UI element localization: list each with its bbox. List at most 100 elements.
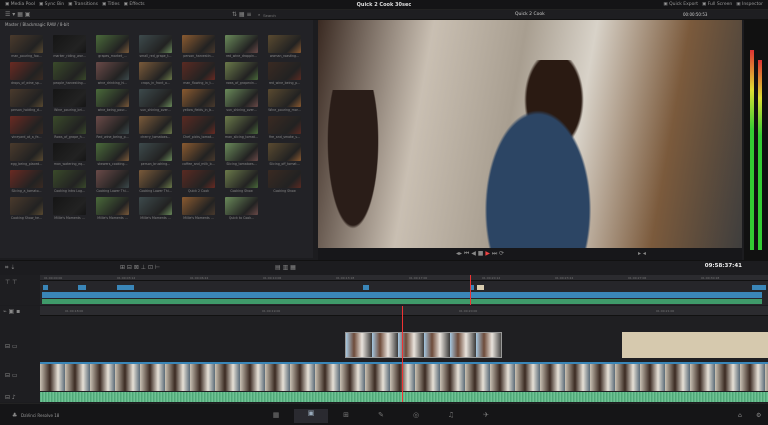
media-clip[interactable]: man_watering_eq... bbox=[53, 143, 86, 166]
color-page-icon[interactable]: ◎ bbox=[408, 411, 424, 419]
edit-tools-icon[interactable]: ⊞ ⊟ ⊠ ⊥ ⊡ ⊢ bbox=[120, 264, 160, 271]
v2-clip-mini[interactable] bbox=[752, 285, 766, 290]
media-clip[interactable]: person_brushing... bbox=[139, 143, 172, 166]
media-clip[interactable]: egg_being_placed... bbox=[10, 143, 43, 166]
lower-playhead[interactable] bbox=[402, 306, 403, 402]
media-clip[interactable]: wine_being_pour... bbox=[96, 89, 129, 112]
media-clip[interactable]: Wine_pouring_bri... bbox=[53, 89, 86, 112]
deliver-page-icon[interactable]: ✈ bbox=[478, 411, 494, 419]
media-clip[interactable]: vineyard_at_a_fe... bbox=[10, 116, 43, 139]
fairlight-page-icon[interactable]: ♫ bbox=[443, 411, 459, 419]
clip-thumbnail bbox=[139, 116, 172, 134]
media-clip[interactable]: Millie's Moments ... bbox=[182, 197, 215, 220]
media-clip[interactable]: Cooking Intro Log... bbox=[53, 170, 86, 193]
settings-icon[interactable]: ⚙ bbox=[756, 412, 761, 419]
media-clip[interactable]: person_holding_d... bbox=[10, 89, 43, 112]
sort-icon[interactable]: ⇅ ▦ ≡ bbox=[232, 11, 252, 18]
upper-playhead[interactable] bbox=[470, 275, 471, 305]
lower-timeline[interactable]: 01:00:18:00 01:00:19:00 01:00:20:00 01:00:2… bbox=[40, 306, 768, 402]
media-clip[interactable]: person_harvestin... bbox=[182, 35, 215, 58]
media-clip[interactable]: Rows_of_grape_h... bbox=[53, 116, 86, 139]
view-icon[interactable]: ▤ ▥ ▦ bbox=[275, 264, 296, 271]
media-clip[interactable]: Cooking Show_he... bbox=[10, 197, 43, 220]
upper-v2-track bbox=[40, 285, 768, 290]
media-page-icon[interactable]: ▦ bbox=[268, 411, 284, 419]
ruler-tick: 01:00:27:06 bbox=[628, 276, 647, 280]
upper-ruler[interactable]: 01:00:00:00 01:00:03:12 01:00:06:24 01:00:1… bbox=[40, 275, 768, 281]
media-clip[interactable]: Cooking Show bbox=[225, 170, 258, 193]
meter-right bbox=[758, 60, 762, 250]
media-clip[interactable]: sun_shining_over... bbox=[139, 89, 172, 112]
media-clip[interactable]: woman_roasting... bbox=[268, 35, 301, 58]
media-clip[interactable]: Millie's Moments ... bbox=[96, 197, 129, 220]
upper-audio-track[interactable] bbox=[42, 299, 762, 304]
media-clip[interactable]: grapes_market_... bbox=[96, 35, 129, 58]
media-clip[interactable]: wine_drinking_hi... bbox=[96, 62, 129, 85]
media-clip[interactable]: coffee_and_milk_b... bbox=[182, 143, 215, 166]
media-clip[interactable]: drops_of_wine_sp... bbox=[10, 62, 43, 85]
media-clip[interactable]: man_slicing_tomat... bbox=[225, 116, 258, 139]
clip-name: Cooking Lower Thi... bbox=[139, 189, 172, 193]
media-clip[interactable]: marker_riding_wor... bbox=[53, 35, 86, 58]
media-clip[interactable]: Wine_pouring_mor... bbox=[268, 89, 301, 112]
media-clip[interactable]: Cooking Lower Thi... bbox=[96, 170, 129, 193]
viewer[interactable]: ◂▸ ⏮ ◀ ■ ▶ ⏭ ⟳ ▸ ◂ bbox=[318, 20, 742, 260]
v2-clip-mini[interactable] bbox=[363, 285, 369, 290]
media-clip[interactable]: Millie's Moments ... bbox=[53, 197, 86, 220]
media-clip[interactable]: yellow_fields_in_b... bbox=[182, 89, 215, 112]
media-clip[interactable]: Quick 2 Cook bbox=[182, 170, 215, 193]
media-clip[interactable]: man_flowing_in_t... bbox=[182, 62, 215, 85]
timecode: 09:58:37:41 bbox=[704, 263, 742, 269]
upper-timeline[interactable]: 01:00:00:00 01:00:03:12 01:00:06:24 01:00:1… bbox=[40, 275, 768, 305]
v1-track[interactable] bbox=[40, 362, 768, 391]
lower-ruler[interactable]: 01:00:18:00 01:00:19:00 01:00:20:00 01:00:2… bbox=[40, 306, 768, 316]
v2-clip-mini[interactable] bbox=[78, 285, 86, 290]
clip-name: man_watering_eq... bbox=[53, 162, 86, 166]
v2-title-clip[interactable] bbox=[622, 332, 768, 358]
a1-track[interactable] bbox=[40, 392, 768, 402]
media-clip[interactable]: Red_wine_being_p... bbox=[96, 116, 129, 139]
timeline-selector[interactable]: Quick 2 Cook bbox=[515, 12, 545, 17]
menu-inspector[interactable]: ▣ Inspector bbox=[736, 2, 763, 7]
media-clip[interactable]: fire_and_smoke_s... bbox=[268, 116, 301, 139]
clip-thumbnail bbox=[139, 62, 172, 80]
media-clip[interactable]: rows_of_grapevin... bbox=[225, 62, 258, 85]
media-clip[interactable]: Slicing_tomatoes... bbox=[225, 143, 258, 166]
home-icon[interactable]: ⌂ bbox=[738, 412, 742, 419]
media-clip[interactable]: people_harvesting... bbox=[53, 62, 86, 85]
media-clip[interactable]: red_wine_being_p... bbox=[268, 62, 301, 85]
clip-thumbnail bbox=[10, 35, 43, 53]
media-clip[interactable]: skewers_cooking... bbox=[96, 143, 129, 166]
playback-controls[interactable]: ◂▸ ⏮ ◀ ■ ▶ ⏭ ⟳ bbox=[456, 250, 504, 258]
media-clip[interactable]: Millie's Moments ... bbox=[139, 197, 172, 220]
fusion-page-icon[interactable]: ✎ bbox=[373, 411, 389, 419]
v2-clip-mini[interactable] bbox=[477, 285, 484, 290]
tools-icon[interactable]: ⌗ ⇣ bbox=[5, 264, 15, 272]
edit-page-icon[interactable]: ⊞ bbox=[338, 411, 354, 419]
v2-clip-mini[interactable] bbox=[117, 285, 134, 290]
mark-in-out-icon[interactable]: ▸ ◂ bbox=[638, 250, 646, 257]
media-clip[interactable]: Cooking Lower Thi... bbox=[139, 170, 172, 193]
menu-quick-export[interactable]: ▣ Quick Export bbox=[663, 2, 698, 7]
media-clip[interactable]: red_wine_droppin... bbox=[225, 35, 258, 58]
right-menu: ▣ Quick Export ▣ Full Screen ▣ Inspector bbox=[663, 2, 763, 7]
media-clip[interactable]: Chef_picks_tomat... bbox=[182, 116, 215, 139]
list-view-icon[interactable]: ☰ ▾ ▦ ▣ bbox=[5, 11, 30, 18]
search-input[interactable] bbox=[263, 12, 308, 18]
media-clip[interactable]: Quick to Cook... bbox=[225, 197, 258, 220]
media-clip[interactable]: Slicing_a_tomato... bbox=[10, 170, 43, 193]
media-clip[interactable]: Slicing_off_tomat... bbox=[268, 143, 301, 166]
media-clip[interactable]: crops_in_front_o... bbox=[139, 62, 172, 85]
media-clip[interactable]: man_pouring_foo... bbox=[10, 35, 43, 58]
menu-full-screen[interactable]: ▣ Full Screen bbox=[702, 2, 732, 7]
upper-video-track[interactable] bbox=[42, 292, 762, 298]
search-icon[interactable]: ⌕ bbox=[258, 12, 260, 17]
clip-name: rows_of_grapevin... bbox=[226, 81, 257, 85]
media-clip[interactable]: Cooking Show bbox=[268, 170, 301, 193]
media-clip[interactable]: cherry_tomatoes... bbox=[139, 116, 172, 139]
media-clip[interactable]: small_red_grape_t... bbox=[139, 35, 172, 58]
media-clip[interactable]: sun_shining_over... bbox=[225, 89, 258, 112]
v2-clip[interactable] bbox=[345, 332, 502, 358]
cut-page-icon[interactable]: ▣ bbox=[294, 409, 328, 423]
v2-clip-mini[interactable] bbox=[43, 285, 48, 290]
